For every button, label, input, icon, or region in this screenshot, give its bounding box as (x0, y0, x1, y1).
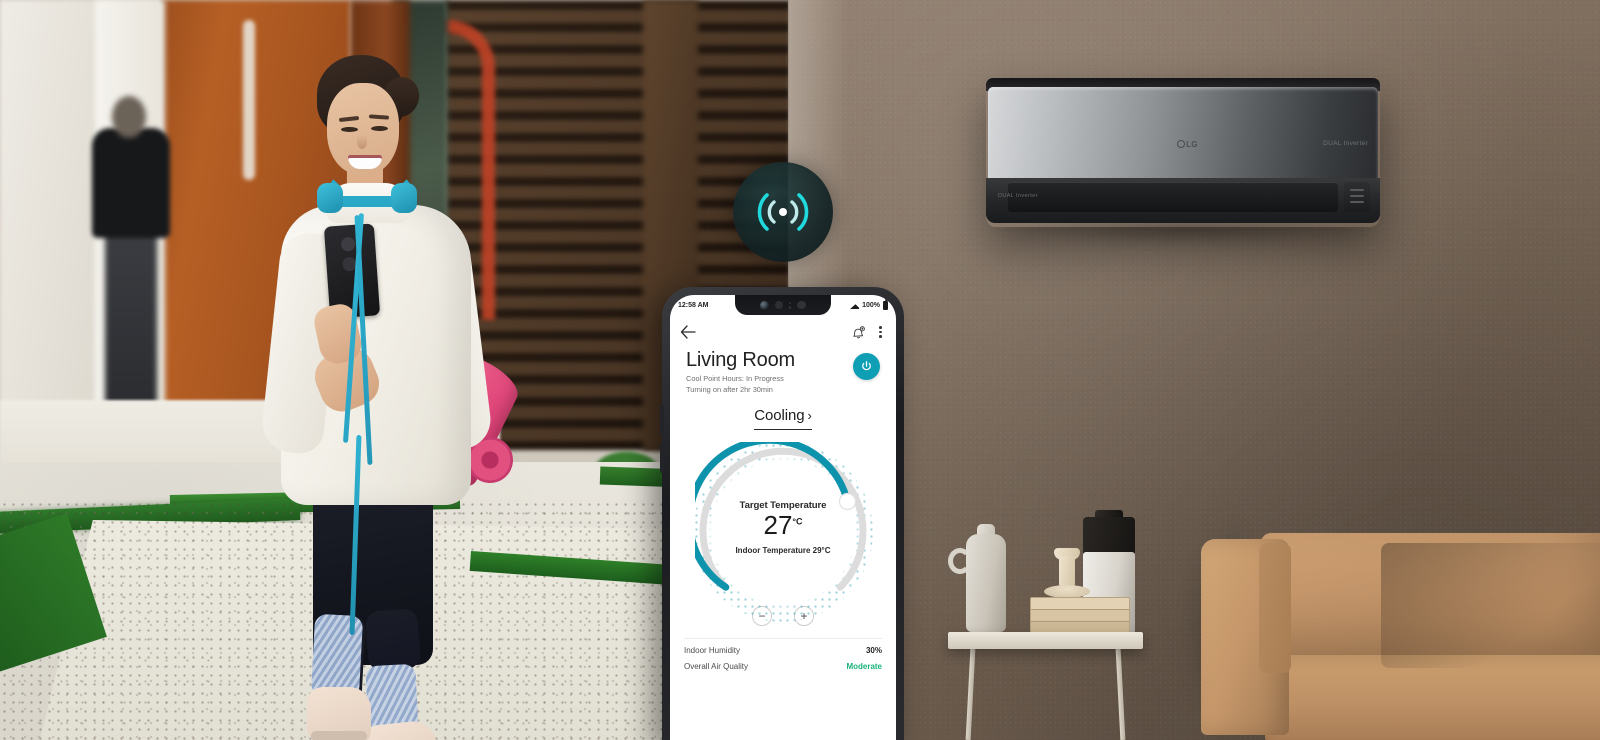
battery-full-icon (883, 299, 888, 310)
status-time: 12:58 AM (678, 301, 709, 309)
status-bar: 12:58 AM 100% (670, 295, 896, 315)
stat-row-humidity: Indoor Humidity 30% (670, 639, 896, 655)
headphone-earcup-left (317, 183, 343, 213)
subtitle-line-2: Turning on after 2hr 30min (686, 384, 773, 394)
app-bar (670, 315, 896, 343)
ceramic-jug (966, 534, 1006, 632)
door-glass-slit (243, 20, 255, 180)
background-person-body (92, 128, 170, 238)
indoor-humidity-value: 30% (865, 646, 882, 656)
woman-sock-left (310, 613, 364, 699)
signal-bars-icon (850, 301, 860, 309)
sofa (1201, 533, 1600, 740)
page-title: Living Room (686, 349, 795, 371)
battery-percent-label: 100% (862, 301, 880, 309)
ac-air-louver (1008, 182, 1338, 212)
back-arrow-icon[interactable] (680, 325, 696, 339)
sofa-shadow-overlay (1381, 543, 1600, 668)
ac-side-badge: DUAL Inverter (998, 193, 1038, 199)
air-quality-value: Moderate (846, 662, 882, 672)
temperature-dial[interactable]: Target Temperature 27°C Indoor Temperatu… (685, 440, 881, 623)
room-header: Living Room Cool Point Hours: In Progres… (670, 343, 896, 395)
subtitle-line-1: Cool Point Hours: In Progress (686, 374, 784, 383)
vase-black-top (1083, 517, 1135, 555)
phone-volume-up-button[interactable] (660, 405, 664, 435)
woman-shoe-left (307, 687, 371, 740)
candlestick-stem (1059, 556, 1075, 588)
woman-eye-right (371, 126, 388, 131)
dual-inverter-label: DUAL Inverter (1323, 140, 1368, 148)
indoor-humidity-label: Indoor Humidity (684, 646, 741, 656)
background-person-head (112, 96, 146, 138)
mode-label-text: Cooling (754, 407, 805, 425)
side-table-top (948, 632, 1143, 649)
air-conditioner-unit: LG DUAL Inverter DUAL Inverter (986, 78, 1380, 227)
mode-selector-row: Cooling › (670, 407, 896, 431)
dial-readout: Target Temperature 27°C Indoor Temperatu… (685, 500, 881, 554)
headphone-earcup-right (391, 183, 417, 213)
stacked-books (1030, 597, 1130, 633)
air-quality-label: Overall Air Quality (684, 662, 749, 672)
background-person-legs (105, 228, 157, 408)
lg-logo: LG (1177, 140, 1198, 149)
target-temperature-value: 27°C (685, 512, 881, 539)
target-temp-number: 27 (763, 510, 793, 541)
power-icon (862, 361, 871, 371)
sofa-armrest-inner (1259, 543, 1291, 673)
stat-row-air-quality: Overall Air Quality Moderate (670, 655, 896, 671)
mode-selector[interactable]: Cooling › (754, 407, 812, 431)
woman-leg-right (364, 608, 422, 672)
wifi-waves-icon (733, 162, 833, 262)
woman-with-phone (255, 55, 555, 740)
ac-drop-shadow (994, 224, 1376, 244)
woman-nose (357, 135, 367, 149)
phone-screen: 12:58 AM 100% Living Room Cool Point Hou… (670, 295, 896, 740)
ac-side-vent (1344, 182, 1370, 212)
bell-settings-icon[interactable] (851, 325, 866, 340)
power-button[interactable] (853, 353, 880, 380)
ac-front-panel: LG DUAL Inverter (988, 87, 1378, 182)
room-subtitle: Cool Point Hours: In Progress Turning on… (686, 374, 795, 395)
smartphone-mockup: 12:58 AM 100% Living Room Cool Point Hou… (660, 287, 904, 740)
lg-logo-ring (1177, 140, 1186, 149)
screenshot-stage: LG DUAL Inverter DUAL Inverter 12:58 AM … (0, 0, 1600, 740)
lg-logo-text: LG (1186, 140, 1198, 150)
woman-eye-left (341, 127, 358, 132)
kebab-menu-icon[interactable] (875, 323, 886, 341)
status-indicators: 100% (850, 299, 888, 310)
indoor-temperature-reading: Indoor Temperature 29°C (735, 545, 831, 555)
target-temp-unit: °C (792, 516, 803, 527)
chevron-right-icon: › (807, 408, 812, 424)
phone-volume-down-button[interactable] (660, 443, 664, 473)
right-room-scene: LG DUAL Inverter DUAL Inverter (788, 0, 1600, 740)
woman-smile (348, 155, 382, 169)
